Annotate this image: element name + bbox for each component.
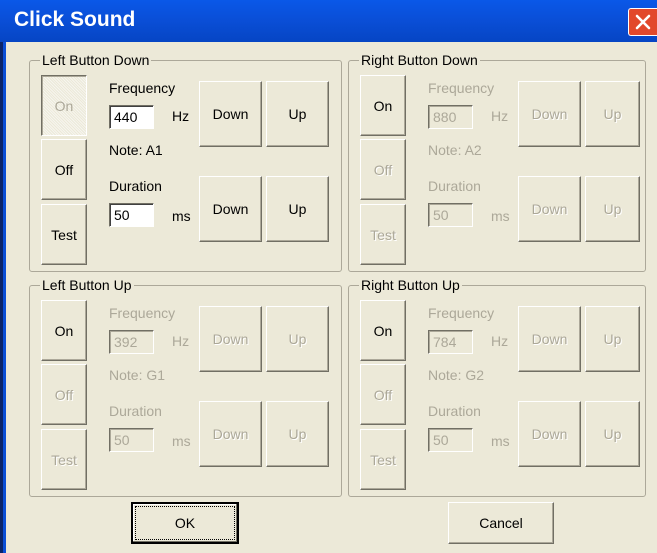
- duration-down-button: Down: [199, 401, 262, 467]
- group-left-button-up: Left Button Up On Off Test Frequency 392…: [29, 277, 342, 497]
- duration-label: Duration: [109, 178, 162, 194]
- duration-field: 50: [109, 428, 154, 452]
- note-label: Note: G2: [428, 367, 485, 383]
- close-icon: [635, 14, 651, 30]
- hz-label: Hz: [491, 108, 509, 124]
- ms-label: ms: [172, 208, 191, 224]
- duration-up-button[interactable]: Up: [266, 176, 329, 242]
- group-right-button-up: Right Button Up On Off Test Frequency 78…: [348, 277, 646, 497]
- frequency-up-button: Up: [266, 306, 329, 372]
- off-button: Off: [41, 364, 87, 425]
- note-label: Note: A1: [109, 142, 163, 158]
- frequency-up-button: Up: [585, 81, 640, 147]
- group-label: Right Button Down: [359, 52, 480, 68]
- frequency-label: Frequency: [428, 305, 495, 321]
- frequency-field[interactable]: 440: [109, 105, 154, 129]
- duration-label: Duration: [428, 178, 481, 194]
- on-button[interactable]: On: [41, 300, 87, 361]
- frequency-label: Frequency: [428, 80, 495, 96]
- off-button[interactable]: Off: [41, 139, 87, 200]
- duration-label: Duration: [428, 403, 481, 419]
- duration-label: Duration: [109, 403, 162, 419]
- on-button[interactable]: On: [41, 75, 87, 136]
- ms-label: ms: [491, 433, 510, 449]
- window-title: Click Sound: [14, 8, 136, 31]
- close-button[interactable]: [628, 8, 657, 36]
- dialog-client: Left Button Down On Off Test Frequency 4…: [3, 42, 657, 553]
- frequency-field: 392: [109, 330, 154, 354]
- duration-field: 50: [428, 428, 473, 452]
- hz-label: Hz: [172, 108, 190, 124]
- frequency-up-button[interactable]: Up: [266, 81, 329, 147]
- ms-label: ms: [172, 433, 191, 449]
- frequency-up-button: Up: [585, 306, 640, 372]
- duration-down-button[interactable]: Down: [199, 176, 262, 242]
- test-button: Test: [360, 204, 406, 265]
- off-button: Off: [360, 364, 406, 425]
- duration-down-button: Down: [518, 401, 581, 467]
- frequency-down-button[interactable]: Down: [199, 81, 262, 147]
- duration-up-button: Up: [585, 176, 640, 242]
- off-button: Off: [360, 139, 406, 200]
- duration-up-button: Up: [266, 401, 329, 467]
- frequency-field: 784: [428, 330, 473, 354]
- group-right-button-down: Right Button Down On Off Test Frequency …: [348, 52, 646, 272]
- frequency-down-button: Down: [518, 81, 581, 147]
- group-label: Left Button Up: [40, 277, 134, 293]
- dialog-window: Click Sound Left Button Down On Off Test…: [0, 0, 657, 553]
- duration-down-button: Down: [518, 176, 581, 242]
- title-bar[interactable]: Click Sound: [0, 0, 657, 42]
- test-button: Test: [41, 429, 87, 490]
- frequency-label: Frequency: [109, 80, 176, 96]
- test-button: Test: [360, 429, 406, 490]
- hz-label: Hz: [491, 333, 509, 349]
- on-button[interactable]: On: [360, 300, 406, 361]
- duration-field[interactable]: 50: [109, 203, 154, 227]
- group-label: Right Button Up: [359, 277, 462, 293]
- note-label: Note: A2: [428, 142, 482, 158]
- group-label: Left Button Down: [40, 52, 152, 68]
- cancel-button[interactable]: Cancel: [448, 502, 554, 544]
- test-button[interactable]: Test: [41, 204, 87, 265]
- frequency-down-button: Down: [199, 306, 262, 372]
- frequency-label: Frequency: [109, 305, 176, 321]
- group-left-button-down: Left Button Down On Off Test Frequency 4…: [29, 52, 342, 272]
- ok-button[interactable]: OK: [131, 502, 239, 544]
- frequency-down-button: Down: [518, 306, 581, 372]
- duration-field: 50: [428, 203, 473, 227]
- note-label: Note: G1: [109, 367, 166, 383]
- ms-label: ms: [491, 208, 510, 224]
- on-button[interactable]: On: [360, 75, 406, 136]
- hz-label: Hz: [172, 333, 190, 349]
- frequency-field: 880: [428, 105, 473, 129]
- duration-up-button: Up: [585, 401, 640, 467]
